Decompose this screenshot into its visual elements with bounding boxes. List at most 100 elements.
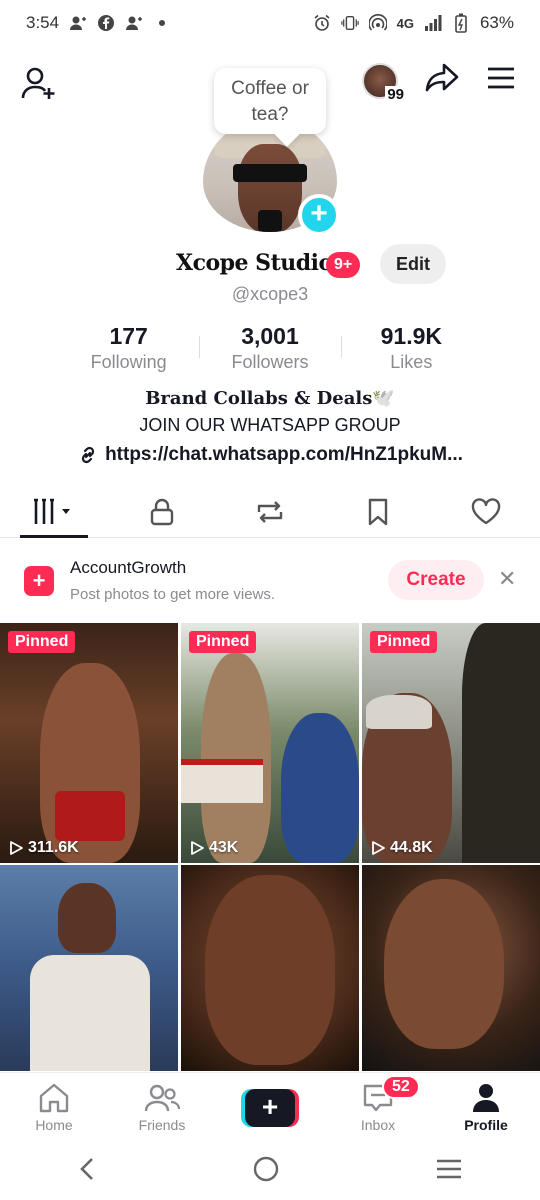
link-icon [81, 446, 95, 464]
stat-value: 177 [109, 323, 148, 349]
tab-videos[interactable] [0, 486, 108, 538]
person-add-icon-2 [125, 14, 143, 32]
system-back-button[interactable] [77, 1156, 97, 1187]
person-add-icon [69, 14, 87, 32]
video-thumbnail[interactable] [0, 865, 178, 1071]
video-thumbnail[interactable] [181, 865, 359, 1071]
stat-label: Likes [390, 352, 433, 372]
heart-icon [471, 497, 501, 524]
menu-button[interactable] [486, 65, 516, 96]
view-count-text: 43K [209, 839, 239, 856]
nav-inbox-label: Inbox [360, 1116, 396, 1133]
recents-icon [436, 1159, 461, 1178]
promo-subtitle: Post photos to get more views. [70, 586, 276, 603]
hotspot-icon [368, 14, 387, 32]
lock-icon [150, 498, 174, 525]
stat-value: 3,001 [241, 323, 299, 349]
create-button[interactable]: Create [388, 560, 484, 600]
network-label: 4G [396, 15, 414, 31]
tab-reposts[interactable] [216, 486, 324, 537]
nav-friends[interactable]: Friends [108, 1073, 216, 1142]
edit-profile-button[interactable]: Edit [380, 244, 446, 284]
vibrate-icon [340, 14, 359, 32]
stat-followers[interactable]: 3,001 Followers [199, 322, 340, 372]
nav-inbox[interactable]: Inbox 52 [324, 1073, 432, 1142]
thumbnail-sign [181, 759, 263, 803]
stat-following[interactable]: 177 Following [58, 322, 199, 372]
nav-create[interactable]: + [216, 1073, 324, 1142]
home-icon [39, 1083, 69, 1112]
nav-profile[interactable]: Profile [432, 1073, 540, 1142]
share-icon [425, 63, 459, 92]
thumbnail-figure [281, 713, 359, 863]
avatar-beard [258, 210, 282, 232]
inbox-badge: 52 [382, 1075, 420, 1099]
video-thumbnail[interactable]: Pinned 44.8K [362, 623, 540, 863]
battery-icon [452, 13, 470, 33]
pinned-badge: Pinned [8, 631, 76, 653]
nav-home-label: Home [35, 1116, 73, 1133]
add-friend-button[interactable] [20, 64, 58, 107]
bookmark-icon [368, 498, 388, 525]
share-button[interactable] [424, 62, 460, 99]
nav-friends-label: Friends [138, 1116, 186, 1133]
status-time: 3:54 [26, 13, 60, 32]
video-grid: Pinned 311.6K Pinned 43K Pinned 44.8K [0, 623, 540, 1071]
create-plus-icon: + [241, 1088, 299, 1127]
thumbnail-cap [366, 695, 432, 729]
system-home-button[interactable] [252, 1155, 280, 1188]
thumbnail-face [205, 875, 335, 1065]
alarm-icon [313, 14, 331, 32]
stat-label: Following [90, 352, 167, 372]
close-icon[interactable]: ✕ [498, 566, 516, 592]
add-photo-icon: + [24, 566, 54, 596]
bottom-navigation: Home Friends + Inbox 52 Profile [0, 1072, 540, 1142]
back-chevron-icon [80, 1157, 94, 1180]
bio-link[interactable]: https://chat.whatsapp.com/HnZ1pkuM... [0, 442, 540, 468]
hamburger-menu-icon [488, 67, 514, 89]
video-thumbnail[interactable]: Pinned 311.6K [0, 623, 178, 863]
profile-name: Xcope Studio [176, 250, 333, 276]
signal-icon [424, 14, 442, 32]
system-recents-button[interactable] [435, 1158, 463, 1185]
friends-icon [144, 1084, 180, 1111]
story-avatar-button[interactable]: 99 [362, 62, 406, 103]
stat-likes[interactable]: 91.9K Likes [340, 322, 482, 372]
bio-line-2: JOIN OUR WHATSAPP GROUP [139, 415, 401, 435]
facebook-icon [97, 14, 115, 32]
profile-tabs [0, 486, 540, 538]
view-count-text: 311.6K [28, 839, 79, 856]
videos-grid-icon [34, 498, 70, 524]
add-story-plus-icon[interactable]: + [298, 194, 340, 236]
nav-profile-label: Profile [464, 1116, 508, 1133]
bio-line-1: Brand Collabs & Deals🕊️ [145, 388, 395, 409]
thumbnail-shorts [55, 791, 125, 841]
view-count: 311.6K [8, 839, 79, 857]
thumbnail-face [58, 883, 116, 953]
tab-favorites[interactable] [324, 486, 432, 537]
account-growth-banner: + AccountGrowth Post photos to get more … [0, 548, 540, 620]
view-count-text: 44.8K [390, 839, 433, 856]
video-thumbnail[interactable] [362, 865, 540, 1071]
stat-value: 91.9K [380, 323, 442, 349]
promo-title: AccountGrowth [70, 558, 187, 577]
view-count: 43K [189, 839, 238, 857]
view-count: 44.8K [370, 839, 433, 857]
play-icon [10, 841, 23, 855]
thumbnail-figure [201, 653, 271, 863]
home-circle-icon [253, 1156, 279, 1181]
tab-liked[interactable] [432, 486, 540, 537]
profile-bio: Brand Collabs & Deals🕊️ JOIN OUR WHATSAP… [0, 386, 540, 468]
name-row: Xcope Studio 9+ Edit [0, 244, 540, 286]
stat-label: Followers [231, 352, 309, 372]
pinned-badge: Pinned [189, 631, 257, 653]
thumbnail-shirt [30, 955, 150, 1071]
nav-home[interactable]: Home [0, 1073, 108, 1142]
note-bubble[interactable]: Coffee or tea? [214, 68, 326, 134]
video-thumbnail[interactable]: Pinned 43K [181, 623, 359, 863]
tab-private[interactable] [108, 486, 216, 537]
add-user-icon [21, 67, 55, 99]
profile-handle: @xcope3 [231, 284, 309, 304]
notification-badge[interactable]: 9+ [326, 252, 361, 278]
play-icon [372, 841, 385, 855]
